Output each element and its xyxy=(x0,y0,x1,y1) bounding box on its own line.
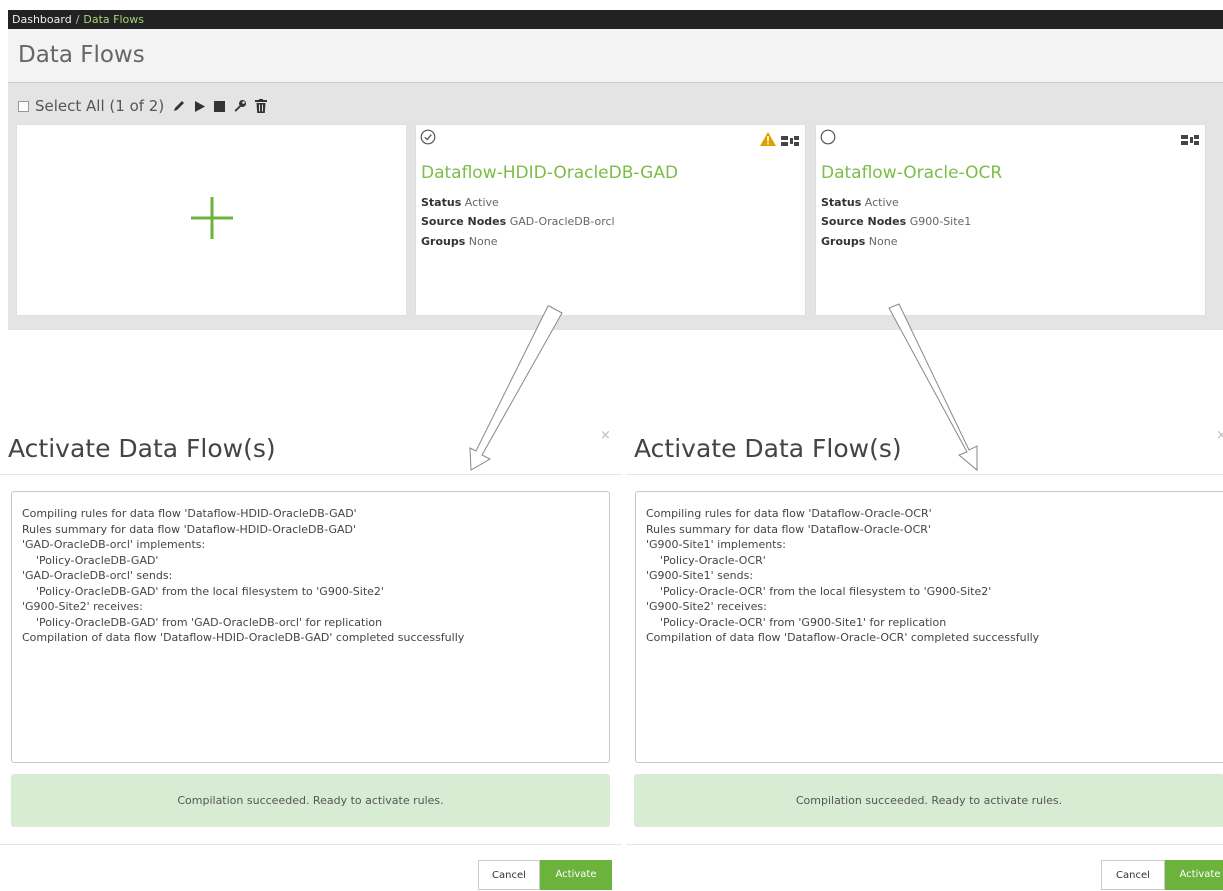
activate-button[interactable]: Activate xyxy=(540,860,612,890)
success-alert: Compilation succeeded. Ready to activate… xyxy=(634,774,1223,827)
activate-dialog: Activate Data Flow(s) × Compiling rules … xyxy=(0,420,622,890)
dataflow-card[interactable]: Dataflow-HDID-OracleDB-GAD Status Active… xyxy=(416,125,805,315)
groups-row: Groups None xyxy=(421,235,497,248)
source-nodes-row: Source Nodes G900-Site1 xyxy=(821,215,971,228)
status-value: Active xyxy=(464,196,499,209)
activate-dialog: Activate Data Flow(s) × Compiling rules … xyxy=(626,420,1223,890)
source-nodes-label: Source Nodes xyxy=(421,215,507,228)
status-value: Active xyxy=(864,196,899,209)
divider xyxy=(0,844,622,845)
breadcrumb: Dashboard / Data Flows xyxy=(8,10,1223,29)
plus-icon xyxy=(187,193,237,247)
compilation-log[interactable]: Compiling rules for data flow 'Dataflow-… xyxy=(11,491,610,763)
dialog-title: Activate Data Flow(s) xyxy=(634,434,902,463)
activate-button[interactable]: Activate xyxy=(1165,860,1223,890)
add-dataflow-card[interactable] xyxy=(17,125,406,315)
success-alert: Compilation succeeded. Ready to activate… xyxy=(11,774,610,827)
groups-label: Groups xyxy=(421,235,466,248)
divider xyxy=(0,474,622,475)
status-row: Status Active xyxy=(421,196,499,209)
breadcrumb-current: Data Flows xyxy=(83,13,145,26)
source-nodes-label: Source Nodes xyxy=(821,215,907,228)
play-icon[interactable] xyxy=(194,98,206,114)
groups-value: None xyxy=(868,235,898,248)
dataflow-name[interactable]: Dataflow-Oracle-OCR xyxy=(821,163,1002,183)
groups-value: None xyxy=(468,235,498,248)
cancel-button[interactable]: Cancel xyxy=(1101,860,1165,890)
trash-icon[interactable] xyxy=(255,98,268,114)
status-label: Status xyxy=(421,196,462,209)
breadcrumb-dashboard-link[interactable]: Dashboard xyxy=(12,13,72,26)
source-nodes-value: G900-Site1 xyxy=(909,215,972,228)
groups-label: Groups xyxy=(821,235,866,248)
compilation-log[interactable]: Compiling rules for data flow 'Dataflow-… xyxy=(635,491,1223,763)
unselected-radio-icon[interactable] xyxy=(820,129,836,149)
dialog-title: Activate Data Flow(s) xyxy=(8,434,276,463)
close-icon[interactable]: × xyxy=(1216,428,1223,443)
groups-row: Groups None xyxy=(821,235,897,248)
source-nodes-value: GAD-OracleDB-orcl xyxy=(509,215,615,228)
dataflow-card[interactable]: Dataflow-Oracle-OCR Status Active Source… xyxy=(816,125,1205,315)
close-icon[interactable]: × xyxy=(600,428,611,443)
divider xyxy=(626,474,1223,475)
status-label: Status xyxy=(821,196,862,209)
page-title: Data Flows xyxy=(18,42,145,68)
dataflow-nodes-icon xyxy=(781,132,799,151)
select-all-label[interactable]: Select All (1 of 2) xyxy=(35,97,164,115)
divider xyxy=(626,844,1223,845)
breadcrumb-separator: / xyxy=(75,13,80,26)
selected-check-icon[interactable] xyxy=(420,129,436,149)
dataflow-name[interactable]: Dataflow-HDID-OracleDB-GAD xyxy=(421,163,678,183)
warning-icon xyxy=(759,131,777,151)
page-header: Data Flows xyxy=(8,29,1223,83)
cancel-button[interactable]: Cancel xyxy=(478,860,540,890)
dataflow-nodes-icon xyxy=(1181,131,1199,150)
wrench-icon[interactable] xyxy=(233,98,247,114)
edit-icon[interactable] xyxy=(172,98,186,114)
status-row: Status Active xyxy=(821,196,899,209)
source-nodes-row: Source Nodes GAD-OracleDB-orcl xyxy=(421,215,615,228)
toolbar: Select All (1 of 2) xyxy=(8,95,268,117)
stop-icon[interactable] xyxy=(214,98,226,114)
data-flows-dashboard: Dashboard / Data Flows Data Flows Select A… xyxy=(8,10,1223,330)
select-all-checkbox[interactable] xyxy=(18,100,29,112)
